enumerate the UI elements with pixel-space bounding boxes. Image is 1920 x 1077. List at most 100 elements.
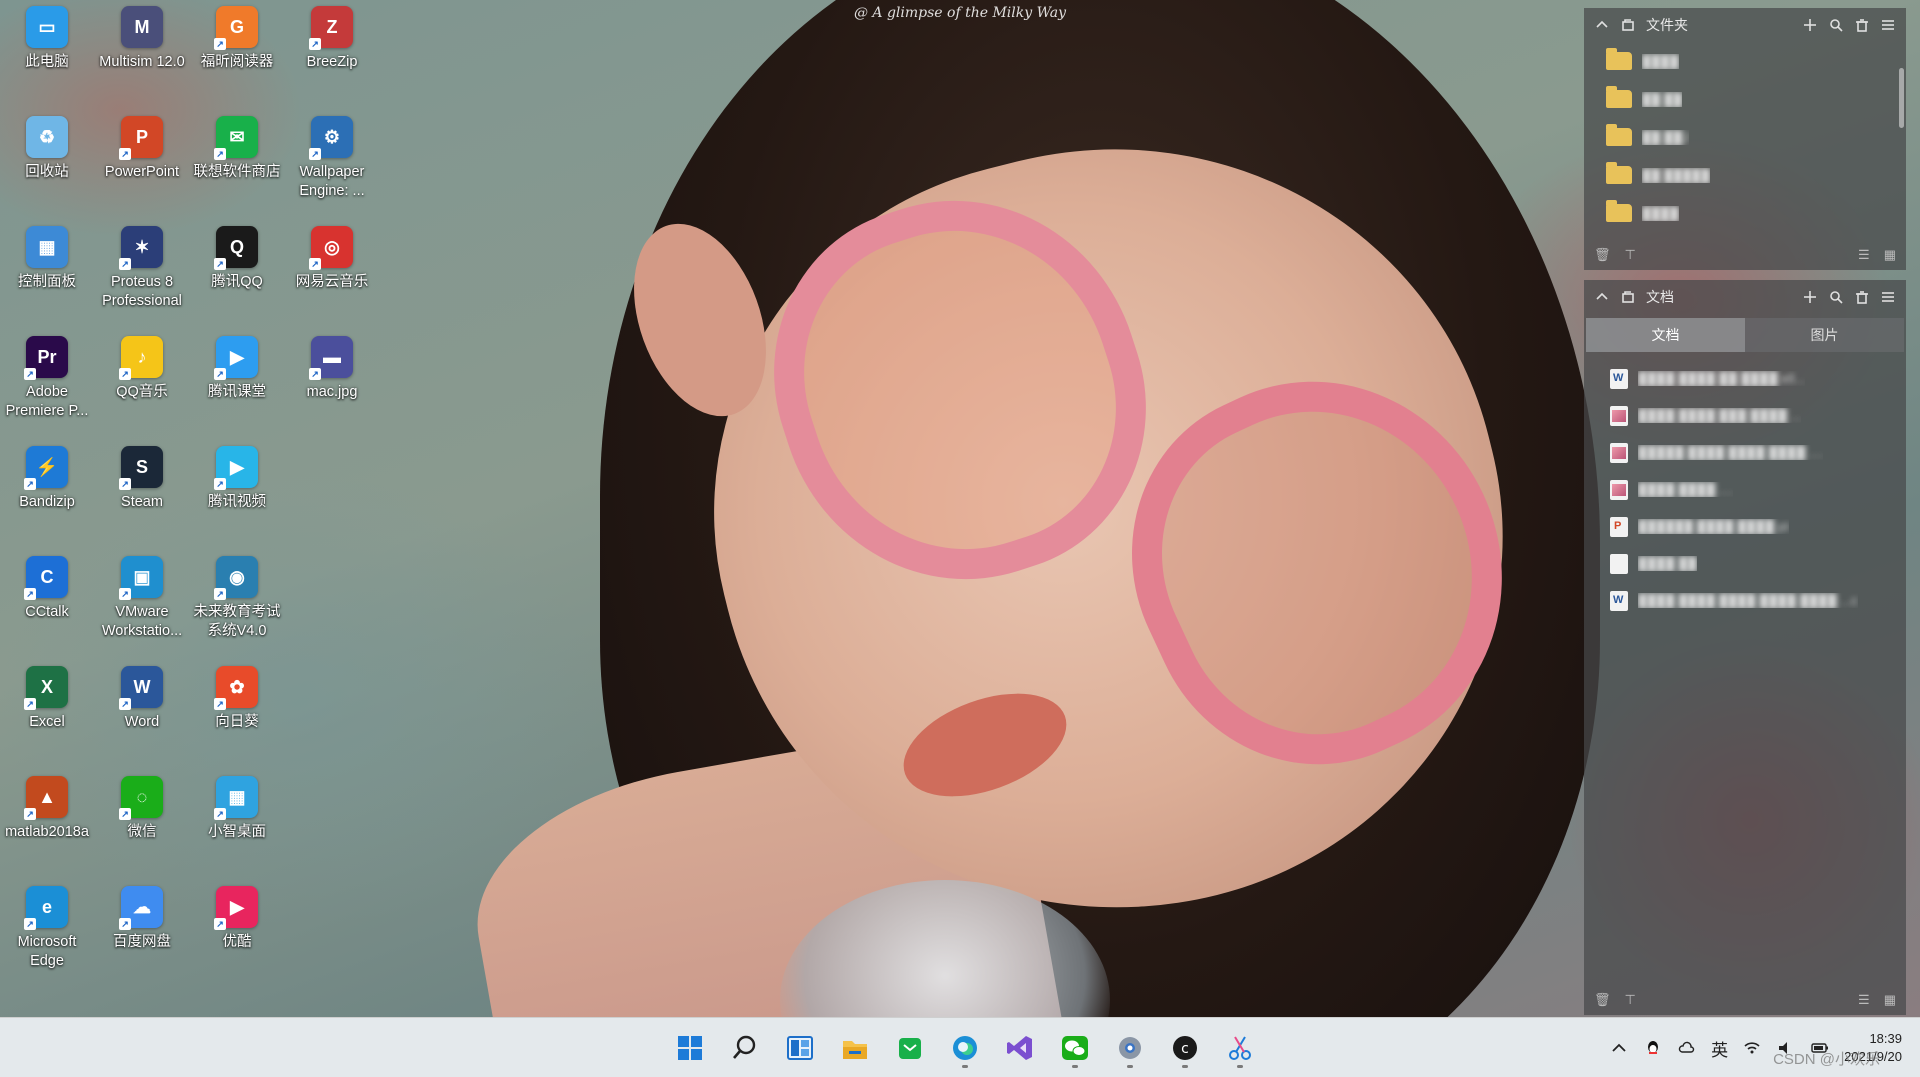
delete-icon[interactable]: 🗑 <box>1594 992 1611 1008</box>
document-item[interactable]: ████ ██ <box>1584 545 1906 582</box>
desktop-icon[interactable]: C ↗ CCtalk <box>0 550 94 656</box>
search-icon[interactable] <box>1828 289 1844 305</box>
desktop-icon[interactable]: G ↗ 福昕阅读器 <box>190 0 284 106</box>
folder-item[interactable]: ██ █████ <box>1584 156 1906 194</box>
list-view-icon[interactable]: ☰ <box>1858 247 1870 263</box>
desktop-icon[interactable]: ▣ ↗ VMware Workstatio... <box>95 550 189 656</box>
desktop-icon[interactable]: ▶ ↗ 优酷 <box>190 880 284 986</box>
start-button[interactable] <box>666 1026 713 1070</box>
snap-layout-button[interactable] <box>776 1026 823 1070</box>
folder-item[interactable]: ██ ██J <box>1584 118 1906 156</box>
qq-tray-icon[interactable] <box>1643 1038 1663 1058</box>
folder-panel-title: 文件夹 <box>1646 17 1688 33</box>
document-item[interactable]: ██████ ████ ████ pt <box>1584 508 1906 545</box>
desktop-icon[interactable]: M Multisim 12.0 <box>95 0 189 106</box>
folder-item[interactable]: ████ <box>1584 42 1906 80</box>
document-item[interactable]: ████ ████ .... <box>1584 471 1906 508</box>
desktop-icon-label: VMware Workstatio... <box>101 604 183 639</box>
folder-item[interactable]: ██ ██ <box>1584 80 1906 118</box>
edge-button[interactable] <box>941 1026 988 1070</box>
settings-button[interactable] <box>1106 1026 1153 1070</box>
folder-icon <box>1606 48 1632 70</box>
taskbar-search-button[interactable] <box>721 1026 768 1070</box>
desktop-icon[interactable]: ▶ ↗ 腾讯课堂 <box>190 330 284 436</box>
desktop-icon[interactable]: ✉ ↗ 联想软件商店 <box>190 110 284 216</box>
future-edu-icon: ◉ ↗ <box>214 556 258 600</box>
folder-panel: 文件夹 ████ ██ ██ ██ ██J ██ █████ ████ 🗑 ⊤ ☰ ▦ <box>1584 8 1906 270</box>
desktop-icon[interactable]: ✶ ↗ Proteus 8 Professional <box>95 220 189 326</box>
desktop-icon[interactable]: X ↗ Excel <box>0 660 94 766</box>
desktop-icon[interactable]: ✿ ↗ 向日葵 <box>190 660 284 766</box>
desktop-icon[interactable]: ▭ 此电脑 <box>0 0 94 106</box>
document-item[interactable]: ████ ████ ████ ████ ████ ...c <box>1584 582 1906 619</box>
desktop-icon-label: Excel <box>29 714 65 730</box>
store-button[interactable] <box>886 1026 933 1070</box>
collapse-icon[interactable] <box>1594 17 1610 33</box>
add-icon[interactable] <box>1802 289 1818 305</box>
document-item[interactable]: ████ ████ ███ ████ ... <box>1584 397 1906 434</box>
desktop-icon-label: 优酷 <box>222 934 252 950</box>
app-button[interactable]: c <box>1161 1026 1208 1070</box>
wifi-icon[interactable] <box>1742 1038 1762 1058</box>
desktop-icon[interactable]: ▶ ↗ 腾讯视频 <box>190 440 284 546</box>
file-explorer-button[interactable] <box>831 1026 878 1070</box>
delete-icon[interactable]: 🗑 <box>1594 247 1611 263</box>
menu-icon[interactable] <box>1880 289 1896 305</box>
tab-pictures[interactable]: 图片 <box>1745 318 1904 352</box>
list-view-icon[interactable]: ☰ <box>1858 992 1870 1008</box>
grid-view-icon[interactable]: ▦ <box>1884 992 1896 1008</box>
pin-icon[interactable]: ⊤ <box>1625 992 1636 1008</box>
documents-tabs: 文档 图片 <box>1586 318 1904 352</box>
tab-documents[interactable]: 文档 <box>1586 318 1745 352</box>
folder-icon <box>1606 162 1632 184</box>
show-hidden-icons-chevron-icon[interactable] <box>1609 1038 1629 1058</box>
trash-icon[interactable] <box>1854 17 1870 33</box>
cloud-icon[interactable] <box>1677 1038 1697 1058</box>
menu-icon[interactable] <box>1880 17 1896 33</box>
collapse-icon[interactable] <box>1594 289 1610 305</box>
desktop-icon[interactable]: Z ↗ BreeZip <box>285 0 379 106</box>
desktop-icon-label: 向日葵 <box>215 714 259 730</box>
desktop-icon[interactable]: S ↗ Steam <box>95 440 189 546</box>
desktop-icon[interactable]: ⚡ ↗ Bandizip <box>0 440 94 546</box>
pin-icon[interactable]: ⊤ <box>1625 247 1636 263</box>
document-item-label: ████ ████ ████ ████ ████ ...c <box>1638 593 1858 608</box>
desktop-icon[interactable]: ♻ 回收站 <box>0 110 94 216</box>
desktop-icon[interactable]: Pr ↗ Adobe Premiere P... <box>0 330 94 436</box>
desktop-icon[interactable]: ◉ ↗ 未来教育考试系统V4.0 <box>190 550 284 656</box>
desktop-icon[interactable]: Q ↗ 腾讯QQ <box>190 220 284 326</box>
desktop-icon[interactable]: ▲ ↗ matlab2018a <box>0 770 94 876</box>
add-icon[interactable] <box>1802 17 1818 33</box>
desktop-icon-label: 腾讯QQ <box>211 274 263 290</box>
tencent-video-icon: ▶ ↗ <box>214 446 258 490</box>
desktop-icon-label: 福昕阅读器 <box>200 54 274 70</box>
visual-studio-button[interactable] <box>996 1026 1043 1070</box>
snipping-tool-button[interactable] <box>1216 1026 1263 1070</box>
document-item[interactable]: ████ ████ ██ ████ ell... <box>1584 360 1906 397</box>
desktop-icon[interactable]: W ↗ Word <box>95 660 189 766</box>
folder-panel-scrollbar[interactable] <box>1899 68 1904 128</box>
input-language-indicator[interactable]: 英 <box>1711 1036 1728 1061</box>
desktop-icon[interactable]: ◌ ↗ 微信 <box>95 770 189 876</box>
folder-icon <box>1606 200 1632 222</box>
trash-icon[interactable] <box>1854 289 1870 305</box>
desktop-icon[interactable]: ▦ ↗ 小智桌面 <box>190 770 284 876</box>
desktop-icon[interactable]: ▦ 控制面板 <box>0 220 94 326</box>
grid-view-icon[interactable]: ▦ <box>1884 247 1896 263</box>
shortcut-arrow-icon: ↗ <box>214 148 226 160</box>
desktop-icon[interactable]: e ↗ Microsoft Edge <box>0 880 94 986</box>
desktop-icon[interactable]: ◎ ↗ 网易云音乐 <box>285 220 379 326</box>
wechat-button[interactable] <box>1051 1026 1098 1070</box>
document-item-label: ████ ████ ███ ████ ... <box>1638 408 1802 423</box>
desktop-icon[interactable]: P ↗ PowerPoint <box>95 110 189 216</box>
csdn-watermark: CSDN @小欢乐 <box>1773 1051 1880 1068</box>
folder-item[interactable]: ████ <box>1584 194 1906 232</box>
desktop-icon[interactable]: ▬ ↗ mac.jpg <box>285 330 379 436</box>
matlab-icon: ▲ ↗ <box>24 776 68 820</box>
shortcut-arrow-icon: ↗ <box>24 698 36 710</box>
desktop-icon[interactable]: ☁ ↗ 百度网盘 <box>95 880 189 986</box>
search-icon[interactable] <box>1828 17 1844 33</box>
desktop-icon[interactable]: ⚙ ↗ Wallpaper Engine: ... <box>285 110 379 216</box>
desktop-icon[interactable]: ♪ ↗ QQ音乐 <box>95 330 189 436</box>
document-item[interactable]: █████ ████ ████ ████ .... <box>1584 434 1906 471</box>
